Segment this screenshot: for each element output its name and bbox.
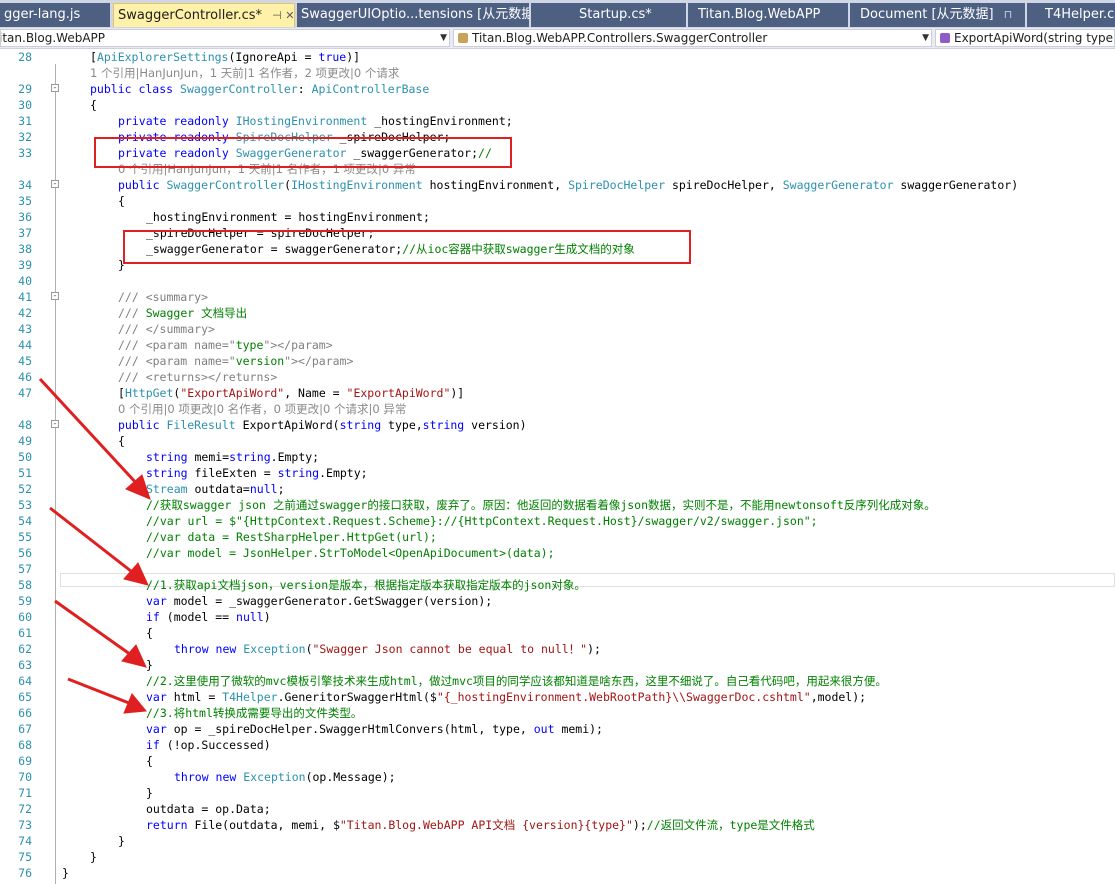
tab-document-metadata[interactable]: Document [从元数据] ⊓ xyxy=(850,3,1025,27)
navigation-bar: itan.Blog.WebAPP ▼ Titan.Blog.WebAPP.Con… xyxy=(0,28,1115,49)
class-dropdown[interactable]: Titan.Blog.WebAPP.Controllers.SwaggerCon… xyxy=(453,29,932,47)
document-tab-bar: gger-lang.js SwaggerController.cs* ⊣ ✕ S… xyxy=(0,0,1115,28)
member-dropdown[interactable]: ExportApiWord(string type, xyxy=(935,29,1115,47)
tab-t4helper[interactable]: T4Helper.cs xyxy=(1027,3,1115,27)
arrow-3-head xyxy=(121,644,147,668)
tab-label: SwaggerController.cs* xyxy=(118,8,263,23)
class-icon xyxy=(458,33,468,43)
pin-close-icons[interactable]: ⊣ ✕ xyxy=(272,9,294,22)
project-dropdown[interactable]: itan.Blog.WebAPP ▼ xyxy=(0,29,450,47)
tab-titan-blog-webapp[interactable]: Titan.Blog.WebAPP xyxy=(688,3,848,27)
metadata-icon: ⊓ xyxy=(1003,8,1013,21)
code-editor[interactable]: 28 [ApiExplorerSettings(IgnoreApi = true)… xyxy=(0,49,1115,884)
tab-label: gger-lang.js xyxy=(4,7,81,22)
class-name: Titan.Blog.WebAPP.Controllers.SwaggerCon… xyxy=(472,31,768,45)
member-name: ExportApiWord(string type, xyxy=(954,31,1115,45)
tab-label: Startup.cs* xyxy=(579,7,652,22)
chevron-down-icon: ▼ xyxy=(922,33,929,43)
tab-swagger-lang-js[interactable]: gger-lang.js xyxy=(0,3,110,27)
tab-startup[interactable]: Startup.cs* xyxy=(531,3,686,27)
arrow-3 xyxy=(54,599,135,659)
tab-label: SwaggerUIOptio...tensions [从元数据] xyxy=(301,7,529,22)
arrow-2-head xyxy=(123,562,149,586)
arrow-1 xyxy=(38,377,140,487)
chevron-down-icon: ▼ xyxy=(440,33,447,43)
tab-swagger-ui-options[interactable]: SwaggerUIOptio...tensions [从元数据] ⊓ xyxy=(297,3,529,27)
tab-swagger-controller[interactable]: SwaggerController.cs* ⊣ ✕ xyxy=(113,3,295,27)
tab-label: Titan.Blog.WebAPP xyxy=(698,7,821,22)
arrow-4 xyxy=(67,677,135,707)
project-name: itan.Blog.WebAPP xyxy=(0,31,105,45)
tab-label: T4Helper.cs xyxy=(1045,7,1115,22)
annotation-arrows xyxy=(38,377,151,714)
arrow-1-head xyxy=(125,474,151,500)
tab-label: Document [从元数据] xyxy=(860,7,994,22)
arrow-2 xyxy=(49,506,137,577)
method-icon xyxy=(940,33,950,43)
